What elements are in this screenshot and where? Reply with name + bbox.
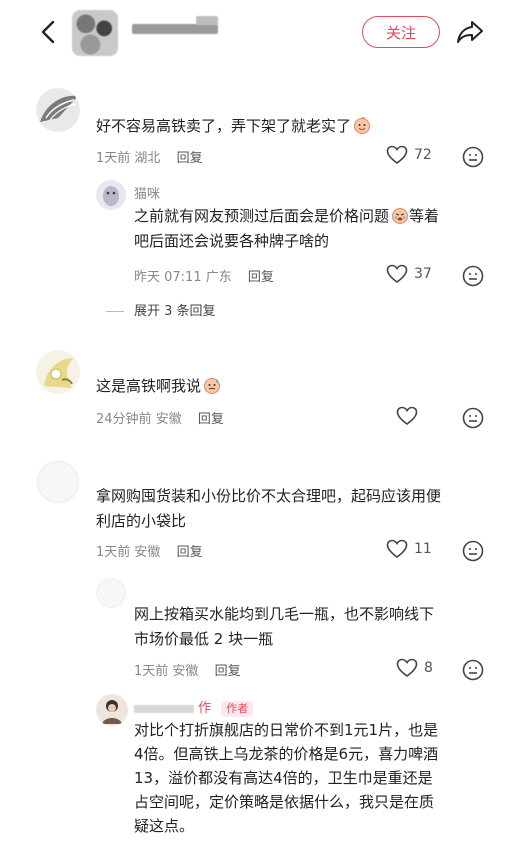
reply-button[interactable]: 回复 [177,151,203,166]
reply-meta: 昨天 07:11 广东 回复 [134,266,274,285]
back-button[interactable] [36,18,60,46]
comment-page: 关注 好不容易高铁卖了，弄下架了就老实了 1天前 湖北 回复 72 猫咪 之前就… [0,0,510,848]
reply-username[interactable]: 作 作者 [134,697,254,717]
comment-location: 安徽 [155,412,182,427]
heart-icon [396,406,418,425]
reply-avatar[interactable] [96,180,126,210]
avatar-image [96,694,128,726]
reply-button[interactable]: 回复 [215,664,241,679]
reply-location: 安徽 [172,664,199,679]
like-button[interactable]: 11 [386,539,432,559]
avatar-image [36,88,80,132]
comment-text: 这是高铁啊我说 [96,374,436,399]
back-arrow-icon [41,20,55,44]
comment-meta: 1天前 安徽 回复 [96,541,203,560]
author-badge: 作者 [221,701,254,717]
comment-time: 24分钟前 [96,412,152,427]
heart-icon [386,145,408,164]
comment-meta: 1天前 湖北 回复 [96,147,203,166]
reply-location: 广东 [205,270,232,285]
emoji-reaction-button[interactable] [462,659,484,685]
author-name-blurred-2 [196,16,218,25]
reply-text: 之前就有网友预测过后面会是价格问题 等着 吧后面还会说要各种牌子啥的 [134,206,440,250]
comment-meta: 24分钟前 安徽 回复 [96,408,224,427]
top-bar: 关注 [0,0,510,70]
reply-username[interactable]: 猫咪 [134,183,160,202]
share-button[interactable] [455,18,485,46]
crying-face-emoji-icon [391,206,409,224]
reply-button[interactable]: 回复 [248,270,274,285]
like-button[interactable]: 72 [386,145,432,165]
emoji-reaction-button[interactable] [462,146,484,172]
heart-icon [386,264,408,283]
author-name-blurred [132,24,218,34]
reply-button[interactable]: 回复 [198,412,224,427]
comment-time: 1天前 [96,151,131,166]
like-count: 72 [414,147,432,163]
emoji-reaction-button[interactable] [462,407,484,433]
like-button[interactable]: 8 [396,658,433,678]
like-count: 8 [424,660,433,676]
share-icon [457,21,483,43]
follow-button[interactable]: 关注 [362,16,440,48]
like-button[interactable] [396,406,418,426]
expand-divider [106,311,124,312]
like-count: 11 [414,541,432,557]
smiley-icon [462,146,484,168]
emoji-reaction-button[interactable] [462,540,484,566]
reply-time: 1天前 [134,664,169,679]
reply-text: 对比个打折旗舰店的日常价不到1元1片，也是 4倍。但高铁上乌龙茶的价格是6元，喜… [134,721,439,835]
sweating-face-emoji-icon [203,376,221,394]
comment-avatar[interactable] [36,350,80,394]
expand-replies-button[interactable]: 展开 3 条回复 [106,300,216,319]
heart-icon [386,539,408,558]
comment-avatar[interactable] [36,460,80,504]
avatar-image [96,180,126,210]
comment-location: 安徽 [134,545,161,560]
comment-text: 拿网购囤货装和小份比价不太合理吧，起码应该用便 利店的小袋比 [96,487,442,530]
reply-button[interactable]: 回复 [177,545,203,560]
reply-meta: 1天前 安徽 回复 [134,660,241,679]
smiley-icon [462,407,484,429]
heart-icon [396,658,418,677]
comment-time: 1天前 [96,545,131,560]
author-avatar-blurred[interactable] [72,10,118,56]
emoji-reaction-button[interactable] [462,265,484,291]
like-count: 37 [414,266,432,282]
comment-text: 好不容易高铁卖了，弄下架了就老实了 [96,114,436,139]
smiley-icon [462,540,484,562]
comment-avatar[interactable] [36,88,80,132]
reply-avatar[interactable] [96,578,126,608]
smiley-icon [462,659,484,681]
avatar-image [36,460,80,504]
baby-face-emoji-icon [353,116,371,134]
reply-avatar[interactable] [96,694,128,726]
comment-location: 湖北 [134,151,161,166]
like-button[interactable]: 37 [386,264,432,284]
reply-time: 昨天 07:11 [134,270,202,285]
avatar-image [36,350,80,394]
avatar-image [96,578,126,608]
username-blurred [134,704,194,713]
smiley-icon [462,265,484,287]
reply-text: 网上按箱买水能均到几毛一瓶，也不影响线下 市场价最低 2 块一瓶 [134,605,435,648]
